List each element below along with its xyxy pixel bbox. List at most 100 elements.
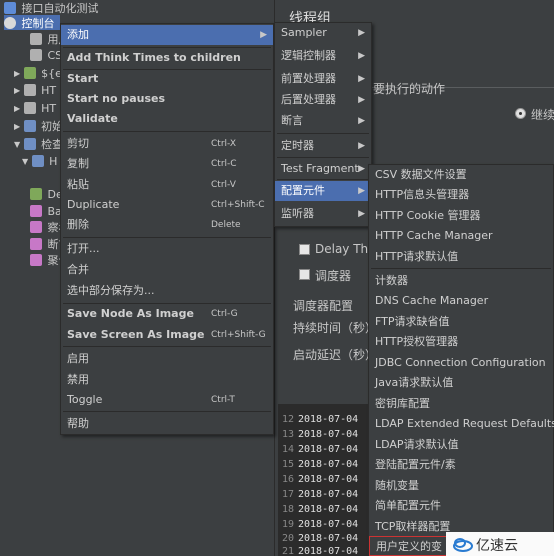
action-label: 要执行的动作 — [373, 82, 446, 96]
pencil-icon — [30, 188, 42, 200]
continue-radio[interactable] — [515, 108, 526, 119]
menu-item-pre-processor[interactable]: 前置处理器 ▶ — [275, 69, 371, 89]
tree-node[interactable]: ▶ HT — [14, 100, 56, 115]
menu-item-save-node-image[interactable]: Save Node As Image Ctrl-G — [61, 304, 273, 324]
expand-arrow-icon[interactable]: ▶ — [14, 69, 20, 78]
listener-icon — [30, 238, 42, 250]
tree-node[interactable]: ▼ 检查 — [14, 136, 63, 151]
menu-item-enable[interactable]: 启用 — [61, 349, 273, 369]
menu-item-merge[interactable]: 合并 — [61, 260, 273, 280]
menu-item-config[interactable]: HTTP信息头管理器 — [369, 185, 553, 205]
menu-separator — [277, 133, 369, 134]
menu-item-timer[interactable]: 定时器 ▶ — [275, 136, 371, 156]
menu-item-start-no-pauses[interactable]: Start no pauses — [61, 89, 273, 109]
menu-item-config[interactable]: JDBC Connection Configuration — [369, 353, 553, 373]
tree-node-thread-group[interactable]: 控制台 — [4, 15, 60, 30]
submenu-arrow-icon: ▶ — [358, 74, 365, 84]
log-line: 12 2018-07-04 — [281, 414, 359, 425]
menu-item-save-selection[interactable]: 选中部分保存为... — [61, 281, 273, 301]
menu-item-config[interactable]: CSV 数据文件设置 — [369, 165, 553, 185]
submenu-arrow-icon: ▶ — [358, 141, 365, 151]
submenu-arrow-icon: ▶ — [358, 95, 365, 105]
tree-node[interactable]: ▼ H — [22, 153, 57, 168]
menu-item-listener[interactable]: 监听器 ▶ — [275, 204, 371, 224]
menu-item-config[interactable]: 随机变量 — [369, 476, 553, 496]
submenu-arrow-icon: ▶ — [358, 164, 365, 174]
menu-item-config[interactable]: DNS Cache Manager — [369, 291, 553, 311]
gear-icon — [4, 17, 16, 29]
log-line: 19 2018-07-04 — [281, 519, 359, 530]
submenu-arrow-icon: ▶ — [358, 209, 365, 219]
menu-item-test-fragment[interactable]: Test Fragment ▶ — [275, 159, 371, 179]
tree-node-root[interactable]: 接口自动化测试 — [4, 0, 99, 15]
tree-node[interactable]: ▶ 初始 — [14, 118, 63, 133]
menu-separator — [371, 268, 551, 269]
menu-item-config[interactable]: FTP请求缺省值 — [369, 312, 553, 332]
expand-arrow-icon[interactable]: ▶ — [14, 122, 20, 131]
menu-item-logic-controller[interactable]: 逻辑控制器 ▶ — [275, 46, 371, 66]
log-line: 14 2018-07-04 — [281, 444, 359, 455]
menu-separator — [277, 157, 369, 158]
menu-separator — [63, 237, 271, 238]
menu-item-add-think-times[interactable]: Add Think Times to children — [61, 48, 273, 68]
controller-icon — [23, 138, 36, 150]
menu-item-copy[interactable]: 复制 Ctrl-C — [61, 154, 273, 174]
menu-item-save-screen-image[interactable]: Save Screen As Image Ctrl+Shift-G — [61, 325, 273, 345]
menu-item-assertion[interactable]: 断言 ▶ — [275, 111, 371, 131]
menu-item-delete[interactable]: 删除 Delete — [61, 215, 273, 235]
menu-item-start[interactable]: Start — [61, 69, 273, 89]
menu-item-config[interactable]: HTTP请求默认值 — [369, 247, 553, 267]
menu-item-toggle[interactable]: Toggle Ctrl-T — [61, 390, 273, 410]
tool-icon — [30, 33, 42, 45]
submenu-arrow-icon: ▶ — [358, 116, 365, 126]
tree-node[interactable]: ▶ HT — [14, 82, 56, 97]
expand-arrow-icon[interactable]: ▶ — [14, 86, 20, 95]
menu-item-duplicate[interactable]: Duplicate Ctrl+Shift-C — [61, 195, 273, 215]
menu-item-validate[interactable]: Validate — [61, 109, 273, 129]
continue-radio-label: 继续 — [531, 108, 554, 122]
menu-item-config[interactable]: 登陆配置元件/素 — [369, 455, 553, 475]
menu-separator — [63, 346, 271, 347]
add-submenu: Sampler ▶ 逻辑控制器 ▶ 前置处理器 ▶ 后置处理器 ▶ 断言 ▶ 定时器 ▶ T… — [274, 22, 372, 227]
scheduler-config-label: 调度器配置 — [293, 299, 354, 313]
submenu-arrow-icon: ▶ — [358, 51, 365, 61]
menu-item-config[interactable]: HTTP Cache Manager — [369, 226, 553, 246]
menu-item-add[interactable]: 添加 ▶ — [61, 25, 273, 45]
menu-item-config[interactable]: HTTP Cookie 管理器 — [369, 206, 553, 226]
menu-item-sampler[interactable]: Sampler ▶ — [275, 23, 371, 43]
delay-thread-checkbox[interactable] — [299, 244, 310, 255]
duration-label: 持续时间（秒） — [293, 321, 378, 335]
menu-item-cut[interactable]: 剪切 Ctrl-X — [61, 134, 273, 154]
menu-item-open[interactable]: 打开... — [61, 239, 273, 259]
expand-arrow-icon[interactable]: ▶ — [14, 104, 20, 113]
menu-item-config[interactable]: 密钥库配置 — [369, 394, 553, 414]
listener-icon — [30, 205, 42, 217]
log-panel[interactable]: 12 2018-07-04 13 2018-07-04 14 2018-07-04 1… — [278, 404, 368, 556]
menu-item-config[interactable]: LDAP请求默认值 — [369, 435, 553, 455]
menu-item-config[interactable]: HTTP授权管理器 — [369, 332, 553, 352]
scheduler-checkbox[interactable] — [299, 269, 310, 280]
menu-separator — [63, 131, 271, 132]
menu-item-help[interactable]: 帮助 — [61, 414, 273, 434]
collapse-arrow-icon[interactable]: ▼ — [14, 140, 20, 149]
log-line: 20 2018-07-04 — [281, 533, 359, 544]
menu-item-config[interactable]: 计数器 — [369, 271, 553, 291]
sampler-icon — [23, 84, 36, 96]
menu-item-post-processor[interactable]: 后置处理器 ▶ — [275, 90, 371, 110]
menu-item-config-element[interactable]: 配置元件 ▶ — [275, 181, 371, 201]
menu-item-paste[interactable]: 粘贴 Ctrl-V — [61, 175, 273, 195]
menu-item-config[interactable]: Java请求默认值 — [369, 373, 553, 393]
pencil-icon — [23, 67, 36, 79]
menu-item-config[interactable]: 简单配置元件 — [369, 496, 553, 516]
scheduler-label: 调度器 — [315, 269, 352, 283]
collapse-arrow-icon[interactable]: ▼ — [22, 157, 28, 166]
submenu-arrow-icon: ▶ — [358, 186, 365, 196]
tree-node[interactable]: ▶ ${e — [14, 65, 62, 80]
controller-icon — [31, 155, 44, 167]
menu-item-disable[interactable]: 禁用 — [61, 370, 273, 390]
menu-item-config[interactable]: LDAP Extended Request Defaults — [369, 414, 554, 434]
log-line: 17 2018-07-04 — [281, 489, 359, 500]
submenu-arrow-icon: ▶ — [260, 30, 267, 40]
startup-delay-label: 启动延迟（秒） — [293, 348, 378, 362]
sampler-icon — [23, 102, 36, 114]
